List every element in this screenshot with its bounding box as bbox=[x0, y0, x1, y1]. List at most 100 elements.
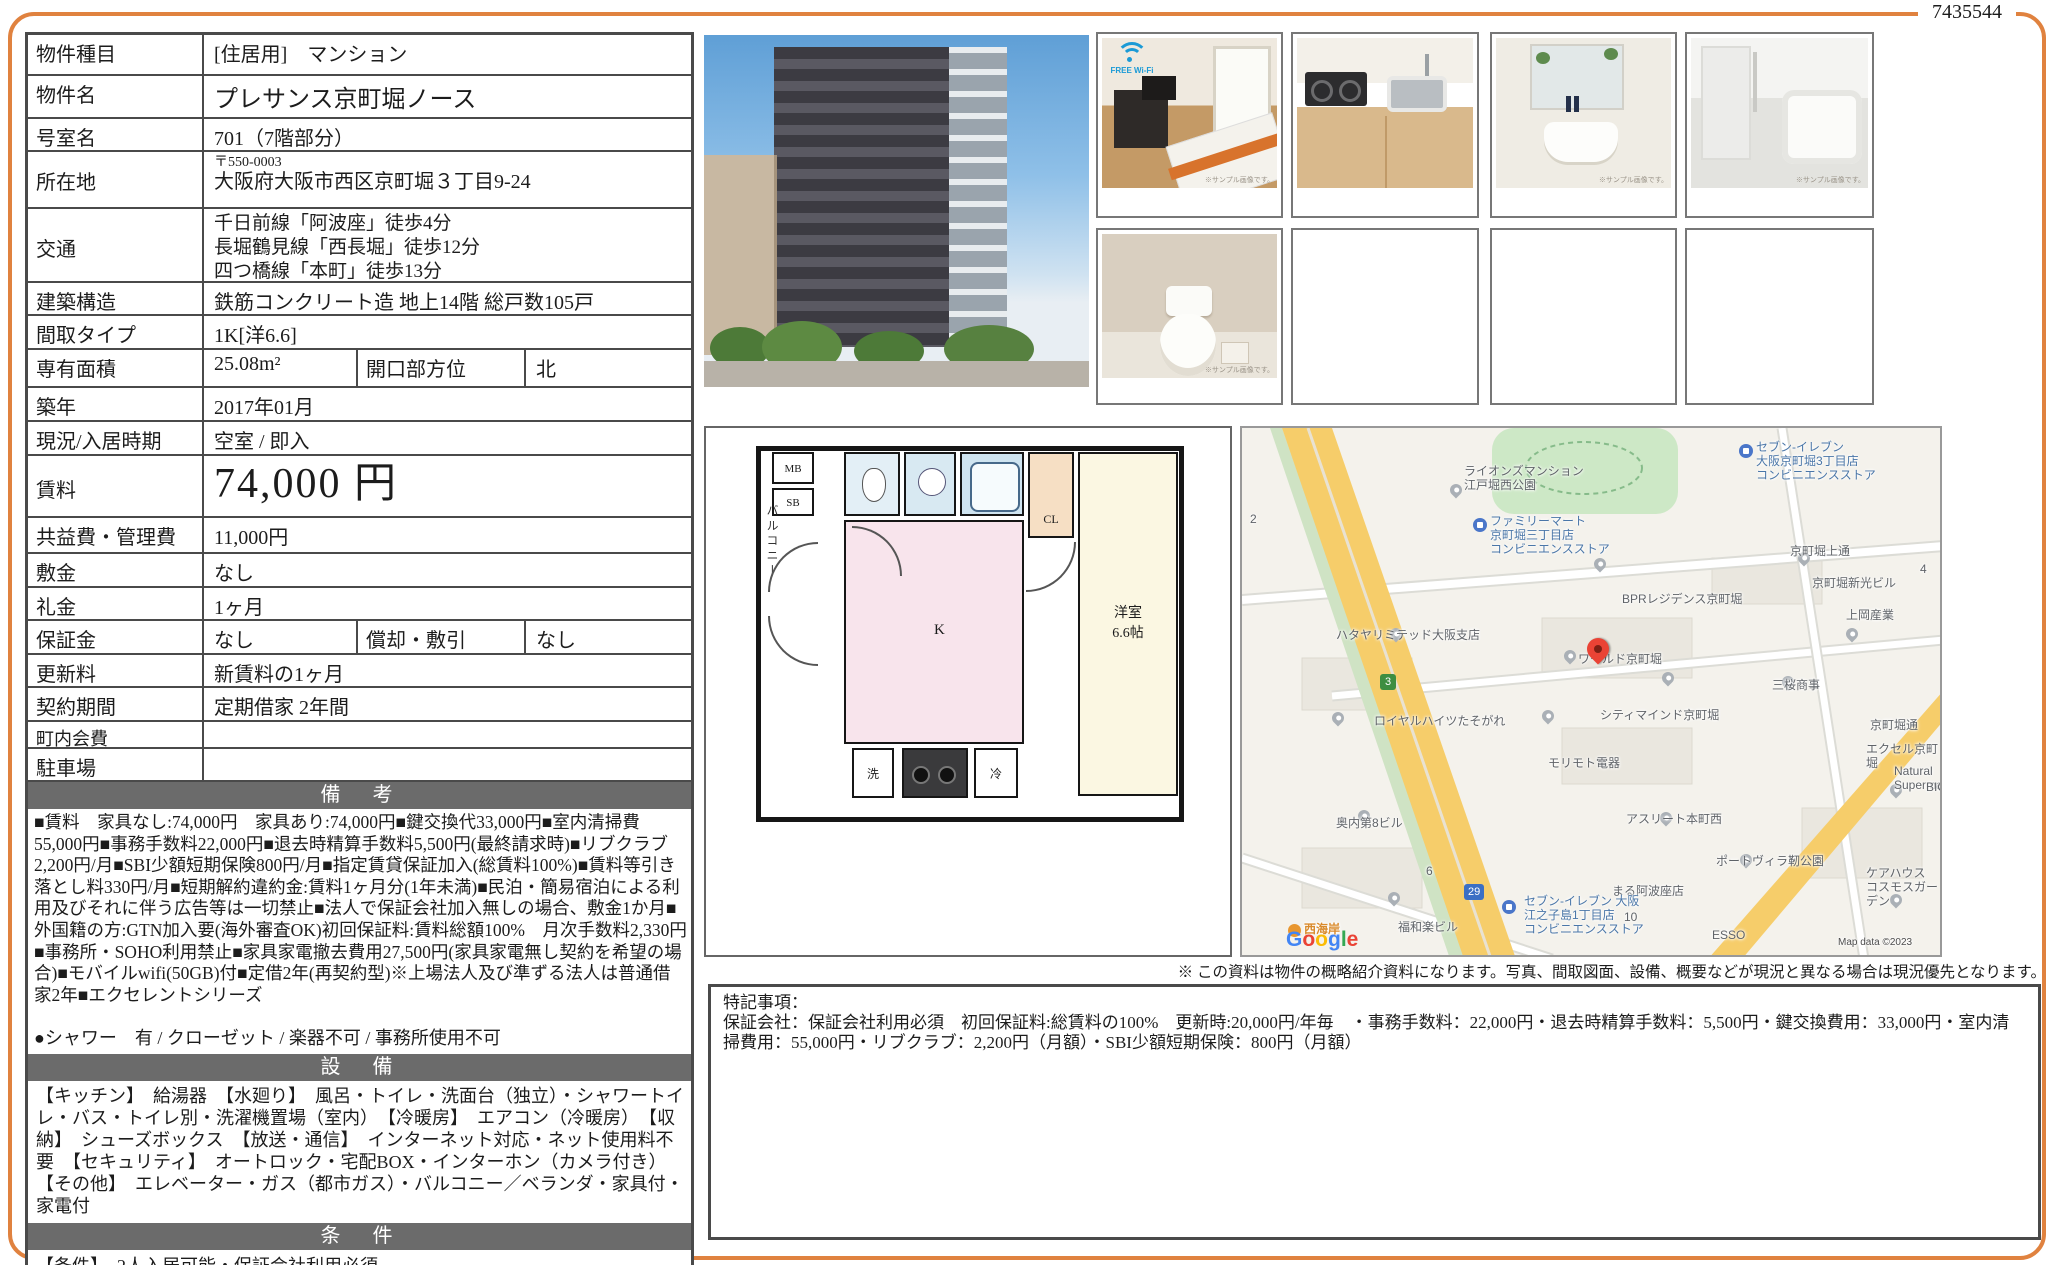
table-row: 駐車場 bbox=[28, 749, 691, 782]
row-label: 町内会費 bbox=[28, 722, 204, 749]
toilet-tank bbox=[1166, 286, 1212, 316]
map-label: BPRレジデンス京町堀 bbox=[1622, 592, 1743, 606]
map-label: ケアハウス コスモスガーデン bbox=[1866, 866, 1939, 908]
row-value: 〒550-0003 大阪府大阪市西区京町堀３丁目9-24 bbox=[204, 152, 691, 207]
row-value: 鉄筋コンクリート造 地上14階 総戸数105戸 bbox=[214, 292, 594, 314]
table-row: 現況/入居時期 空室 / 即入 bbox=[28, 422, 691, 456]
row-value: 1ヶ月 bbox=[214, 597, 264, 619]
floorplan-bath bbox=[960, 452, 1024, 516]
remarks-text: ■賃料 家具なし:74,000円 家具あり:74,000円■鍵交換代33,000… bbox=[34, 812, 687, 1005]
conditions-text: 【条件】 2人入居可能・保証会社利用必須 bbox=[28, 1250, 691, 1265]
table-row: 号室名 701（7階部分） bbox=[28, 119, 691, 152]
floorplan-closet: CL bbox=[1028, 452, 1074, 538]
row-label: 共益費・管理費 bbox=[28, 518, 204, 552]
photo-kitchen bbox=[1291, 32, 1479, 218]
row-label: 号室名 bbox=[28, 119, 204, 150]
table-row: 更新料 新賃料の1ヶ月 bbox=[28, 655, 691, 688]
table-row: 物件種目 [住居用] マンション bbox=[28, 35, 691, 76]
map-label: モリモト電器 bbox=[1548, 756, 1621, 770]
washbasin bbox=[1544, 122, 1618, 162]
convenience-store-icon bbox=[1739, 444, 1753, 458]
floorplan-fridge: 冷 bbox=[974, 748, 1018, 798]
row-value: 2017年01月 bbox=[214, 397, 314, 419]
transit-line: 長堀鶴見線「西長堀」徒歩12分 bbox=[214, 237, 481, 258]
table-row: 契約期間 定期借家 2年間 bbox=[28, 688, 691, 722]
row-value bbox=[204, 749, 691, 780]
floorplan-box: MB SB CL 洋室 6.6帖 K 洗 冷 バルコニー bbox=[704, 426, 1232, 957]
transit-line: 千日前線「阿波座」徒歩4分 bbox=[214, 213, 452, 234]
floorplan-washer: 洗 bbox=[852, 748, 894, 798]
convenience-store-icon bbox=[1502, 900, 1516, 914]
disclaimer-note: ※ この資料は物件の概略紹介資料になります。写真、間取図面、設備、概要などが現況… bbox=[1177, 964, 2046, 981]
row-label: 物件名 bbox=[28, 76, 204, 117]
row-label: 交通 bbox=[28, 209, 204, 281]
remarks-shower-line: ●シャワー 有 / クローゼット / 楽器不可 / 事務所使用不可 bbox=[34, 1028, 501, 1048]
floorplan-room: 洋室 6.6帖 bbox=[1078, 452, 1178, 796]
special-notes-title: 特記事項： bbox=[723, 993, 808, 1012]
special-notes-box: 特記事項： 保証会社：保証会社利用必須 初回保証料:総賃料の100% 更新時:2… bbox=[708, 984, 2041, 1240]
photo-bathroom: ※サンプル画像です。 bbox=[1685, 32, 1874, 218]
bathtub bbox=[1782, 90, 1862, 164]
map-label: 4 bbox=[1920, 562, 1927, 576]
row-value: 空室 / 即入 bbox=[214, 431, 310, 453]
map-label: セブン-イレブン 大阪京町堀3丁目店 コンビニエンスストア bbox=[1756, 440, 1876, 482]
row-label: 礼金 bbox=[28, 588, 204, 619]
sample-watermark: ※サンプル画像です。 bbox=[1598, 177, 1668, 184]
row-label: 築年 bbox=[28, 388, 204, 420]
shower-hose bbox=[1753, 52, 1757, 112]
sample-watermark: ※サンプル画像です。 bbox=[1204, 367, 1274, 374]
table-row: 共益費・管理費 11,000円 bbox=[28, 518, 691, 554]
map-label: ファミリーマート 京町堀三丁目店 コンビニエンスストア bbox=[1490, 514, 1610, 556]
floorplan-mb: MB bbox=[772, 452, 814, 484]
row-label: 更新料 bbox=[28, 655, 204, 686]
map-label: セブン-イレブン 大阪 江之子島1丁目店 コンビニエンスストア bbox=[1524, 894, 1644, 936]
equipment-header: 設 備 bbox=[28, 1054, 691, 1081]
conditions-header: 条 件 bbox=[28, 1223, 691, 1250]
photo-washbasin: ※サンプル画像です。 bbox=[1490, 32, 1677, 218]
map-label: ハタヤリミテッド大阪支店 bbox=[1336, 628, 1481, 642]
property-detail-table: 物件種目 [住居用] マンション 物件名 プレサンス京町堀ノース 号室名 701… bbox=[25, 32, 694, 1265]
floorplan-stove bbox=[902, 748, 968, 798]
table-row: 専有面積 25.08m² 開口部方位 北 bbox=[28, 350, 691, 388]
convenience-store-icon bbox=[1473, 518, 1487, 532]
row-label: 建築構造 bbox=[28, 283, 204, 314]
table-row: 礼金 1ヶ月 bbox=[28, 588, 691, 621]
map-label: シティマインド京町堀 bbox=[1600, 708, 1720, 722]
row-label: 現況/入居時期 bbox=[28, 422, 204, 454]
floorplan-washbasin bbox=[904, 452, 956, 516]
map-label: ライオンズマンション 江戸堀西公園 bbox=[1464, 464, 1584, 492]
street bbox=[704, 361, 1089, 387]
faucet bbox=[1425, 54, 1429, 76]
row-value: [住居用] マンション bbox=[214, 44, 408, 66]
building-exterior-photo bbox=[704, 35, 1089, 387]
row-label: 専有面積 bbox=[28, 350, 204, 386]
row-label: 所在地 bbox=[28, 152, 204, 207]
row-label: 契約期間 bbox=[28, 688, 204, 720]
special-notes-body: 保証会社：保証会社利用必須 初回保証料:総賃料の100% 更新時:20,000円… bbox=[723, 1013, 2010, 1052]
building-balconies bbox=[949, 47, 1007, 347]
sample-watermark: ※サンプル画像です。 bbox=[1795, 177, 1865, 184]
row-value-2: 北 bbox=[536, 359, 556, 381]
photo-placeholder bbox=[1490, 228, 1677, 405]
row-value: 1K[洋6.6] bbox=[214, 325, 297, 347]
transit-line: 四つ橋線「本町」徒歩13分 bbox=[214, 261, 443, 282]
row-label: 敷金 bbox=[28, 554, 204, 586]
table-row: 敷金 なし bbox=[28, 554, 691, 588]
row-value: なし bbox=[214, 563, 254, 585]
table-row: 保証金 なし 償却・敷引 なし bbox=[28, 621, 691, 655]
adjacent-building bbox=[704, 155, 777, 355]
plant bbox=[1604, 48, 1618, 60]
map-label: ESSO bbox=[1712, 928, 1746, 942]
map-label: 京町堀通 bbox=[1870, 718, 1919, 732]
map-attribution: Map data ©2023 bbox=[1838, 937, 1913, 948]
remarks-header: 備 考 bbox=[28, 782, 691, 809]
row-label: 保証金 bbox=[28, 621, 204, 653]
map-label: 福和楽ビル bbox=[1398, 920, 1459, 934]
photo-placeholder bbox=[1685, 228, 1874, 405]
row-label-2: 開口部方位 bbox=[356, 350, 526, 386]
rent-value: 74,000 円 bbox=[214, 461, 399, 507]
free-wifi-icon: FREE Wi-Fi bbox=[1106, 42, 1158, 82]
route-shield-3: 3 bbox=[1380, 674, 1397, 690]
map-label: 京町堀上通 bbox=[1790, 544, 1851, 558]
table-row: 間取タイプ 1K[洋6.6] bbox=[28, 316, 691, 350]
